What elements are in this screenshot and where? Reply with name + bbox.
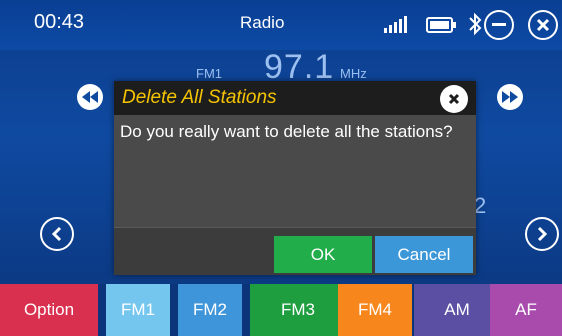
tab-option[interactable]: Option: [0, 284, 98, 336]
close-button[interactable]: [528, 10, 558, 40]
delete-stations-dialog: Delete All Stations Do you really want t…: [114, 81, 476, 275]
tab-af[interactable]: AF: [490, 284, 562, 336]
band-label: FM1: [196, 66, 222, 81]
seek-forward-button[interactable]: [497, 84, 523, 110]
close-icon: [536, 18, 550, 32]
fast-forward-icon: [502, 91, 518, 103]
tab-am[interactable]: AM: [414, 284, 500, 336]
minimize-icon: [492, 23, 506, 26]
chevron-right-icon: [537, 226, 548, 242]
battery-icon: [426, 17, 456, 33]
tab-fm1[interactable]: FM1: [106, 284, 170, 336]
dialog-message: Do you really want to delete all the sta…: [120, 122, 453, 141]
app-title: Radio: [240, 13, 285, 32]
previous-button[interactable]: [40, 217, 74, 251]
minimize-button[interactable]: [484, 10, 514, 40]
rewind-icon: [82, 91, 98, 103]
dialog-close-button[interactable]: [440, 85, 468, 113]
clock: 00:43: [34, 11, 85, 33]
tab-fm3[interactable]: FM3: [250, 284, 346, 336]
ok-button[interactable]: OK: [274, 236, 372, 273]
signal-icon: [384, 16, 407, 33]
tab-fm2[interactable]: FM2: [178, 284, 242, 336]
next-button[interactable]: [525, 217, 559, 251]
bluetooth-icon: [469, 12, 482, 36]
dialog-title: Delete All Stations: [122, 87, 277, 108]
close-icon: [448, 93, 460, 105]
tab-fm4[interactable]: FM4: [338, 284, 412, 336]
seek-back-button[interactable]: [77, 84, 103, 110]
chevron-left-icon: [51, 226, 62, 242]
cancel-button[interactable]: Cancel: [375, 236, 473, 273]
frequency-unit: MHz: [340, 66, 367, 81]
